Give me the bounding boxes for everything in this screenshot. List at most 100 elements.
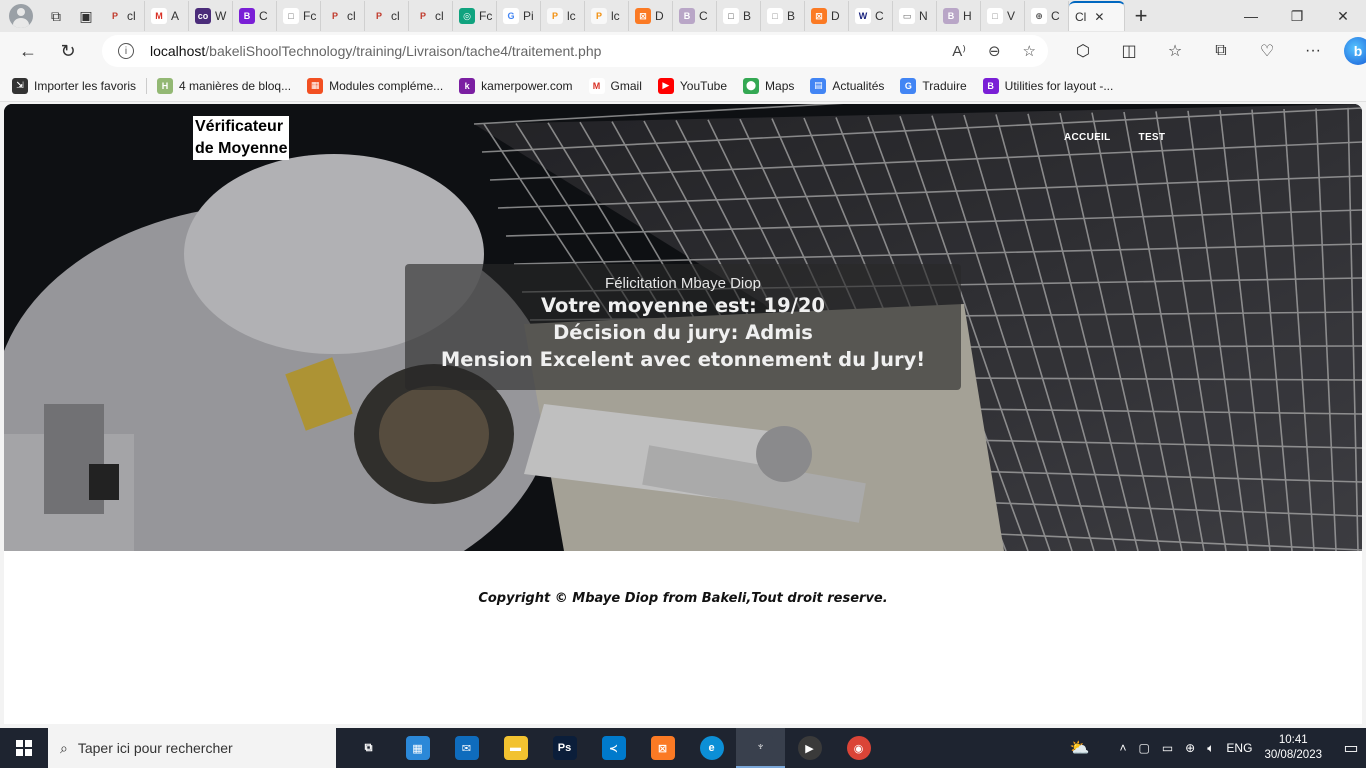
favorite-item[interactable]: ▦ Modules compléme... [307,77,443,94]
extensions-icon[interactable]: ⬡ [1060,41,1106,61]
site-info-icon[interactable]: i [118,43,134,59]
zoom-icon[interactable]: ⊖ [988,42,1001,60]
settings-menu-icon[interactable]: ··· [1290,42,1336,60]
youtube-icon: ▶ [657,77,674,94]
browser-essentials-icon[interactable]: ♡ [1244,41,1290,61]
tab-title: Fc [479,9,493,23]
edge-icon: e [699,736,724,760]
read-aloud-icon[interactable]: A⁾ [952,42,966,60]
mail-icon: ✉ [454,736,479,760]
browser-tab[interactable]: BC [233,1,277,31]
battery-icon[interactable]: ▭ [1162,741,1173,755]
favorite-item[interactable]: ⇲ Importer les favoris [12,77,136,94]
split-screen-icon[interactable]: ◫ [1106,41,1152,61]
taskbar-git-client-button[interactable]: ♆ [736,728,785,768]
taskbar-xampp-button[interactable]: ⊠ [638,728,687,768]
close-window-icon[interactable]: ✕ [1320,0,1366,32]
browser-tab[interactable]: □ V [981,1,1025,31]
volume-icon[interactable]: 🔈︎ [1207,741,1214,756]
tab-favicon-icon: ◎ [459,8,475,24]
favorite-star-icon[interactable]: ☆ [1023,42,1036,60]
clock[interactable]: 10:41 30/08/2023 [1264,733,1322,763]
show-hidden-icons-icon[interactable]: ˄ [1119,741,1126,755]
photoshop-icon: Ps [552,736,577,760]
taskbar-chrome-button[interactable]: ◉ [834,728,883,768]
tab-favicon-icon: B [679,8,695,24]
taskbar-photoshop-button[interactable]: Ps [540,728,589,768]
browser-tab[interactable]: Pcl [409,1,453,31]
mention-text: Mension Excelent avec etonnement du Jury… [440,348,926,371]
browser-tab[interactable]: BC [673,1,717,31]
address-bar[interactable]: i localhost/bakeliShoolTechnology/traini… [102,35,1048,67]
browser-tab[interactable]: WC [849,1,893,31]
restore-icon[interactable]: ❐ [1274,0,1320,32]
taskbar-file-explorer-button[interactable]: ▬ [491,728,540,768]
minimize-icon[interactable]: — [1228,0,1274,32]
brand-line-2: de Moyenne [195,138,288,160]
taskbar-mail-button[interactable]: ✉ [442,728,491,768]
tab-active[interactable]: Cl ✕ [1069,1,1125,31]
browser-tab[interactable]: G Pi [497,1,541,31]
site-brand-logo[interactable]: Vérificateur de Moyenne [193,116,290,160]
browser-tab[interactable]: □ Fc [277,1,321,31]
tab-favicon-icon: ⊠ [811,8,827,24]
favorite-item[interactable]: ⬤ Maps [743,77,794,94]
meet-now-icon[interactable]: ▢ [1138,741,1149,755]
favorite-item[interactable]: H 4 manières de bloq... [157,77,291,94]
browser-tab[interactable]: ⊠ D [629,1,673,31]
favorite-item[interactable]: B Utilities for layout -... [982,77,1113,94]
browser-tab[interactable]: co W [189,1,233,31]
browser-tab[interactable]: Pcl [101,1,145,31]
system-tray: ⛅ ˄ ▢ ▭ ⊕ 🔈︎ ENG 10:41 30/08/2023 ▭ [1064,728,1366,768]
browser-tab[interactable]: Pcl [321,1,365,31]
favorite-item[interactable]: ▶ YouTube [657,77,727,94]
tab-actions-icon[interactable]: ▣ [71,2,101,30]
tab-favicon-icon: ⊠ [635,8,651,24]
news-icon: ▤ [810,77,827,94]
start-button[interactable] [0,728,48,768]
browser-tab[interactable]: ▭ N [893,1,937,31]
workspaces-icon[interactable]: ⧉ [41,2,71,30]
weather-icon[interactable]: ⛅ [1070,738,1090,758]
back-arrow-icon[interactable]: ← [8,35,48,67]
bing-copilot-icon[interactable]: b [1344,37,1366,65]
tab-favicon-icon: ⊕ [1031,8,1047,24]
taskbar-search[interactable]: ⌕ Taper ici pour rechercher [48,728,336,768]
taskbar-edge-button[interactable]: e [687,728,736,768]
search-icon: ⌕ [60,739,68,756]
notifications-icon[interactable]: ▭ [1336,738,1366,758]
taskbar-task-view-button[interactable]: ⧉ [344,728,393,768]
network-icon[interactable]: ⊕ [1185,741,1195,755]
taskbar-vscode-button[interactable]: ≺ [589,728,638,768]
language-indicator[interactable]: ENG [1226,741,1252,755]
favorite-item[interactable]: G Traduire [900,77,967,94]
favorites-icon[interactable]: ☆ [1152,41,1198,61]
profile-avatar-icon[interactable] [9,4,33,28]
nav-link-test[interactable]: TEST [1139,132,1166,143]
favorite-item[interactable]: M Gmail [588,77,642,94]
browser-tab[interactable]: BH [937,1,981,31]
browser-tab[interactable]: ⊠ D [805,1,849,31]
nav-link-accueil[interactable]: ACCUEIL [1064,132,1111,143]
page-viewport: Vérificateur de Moyenne ACCUEIL TEST Fél… [4,104,1362,724]
browser-tab[interactable]: □ B [761,1,805,31]
browser-tab[interactable]: Pcl [365,1,409,31]
favorite-item[interactable]: ▤ Actualités [810,77,884,94]
browser-tab[interactable]: ⊕ C [1025,1,1069,31]
browser-tab[interactable]: □ B [717,1,761,31]
tab-title: B [743,9,752,23]
browser-tab[interactable]: Plc [585,1,629,31]
browser-tab[interactable]: MA [145,1,189,31]
taskbar-microsoft-store-button[interactable]: ▦ [393,728,442,768]
url-text[interactable]: localhost/bakeliShoolTechnology/training… [150,43,601,59]
refresh-icon[interactable]: ↻ [48,35,88,67]
result-card: Félicitation Mbaye Diop Votre moyenne es… [405,264,961,390]
favorite-item[interactable]: k kamerpower.com [459,77,573,94]
browser-tab[interactable]: Plc [541,1,585,31]
tab-title: Fc [303,9,317,23]
browser-tab[interactable]: ◎ Fc [453,1,497,31]
taskbar-media-player-button[interactable]: ▶ [785,728,834,768]
new-tab-button[interactable]: + [1125,3,1157,29]
collections-icon[interactable]: ⧉ [1198,42,1244,60]
tab-close-icon[interactable]: ✕ [1094,10,1104,24]
